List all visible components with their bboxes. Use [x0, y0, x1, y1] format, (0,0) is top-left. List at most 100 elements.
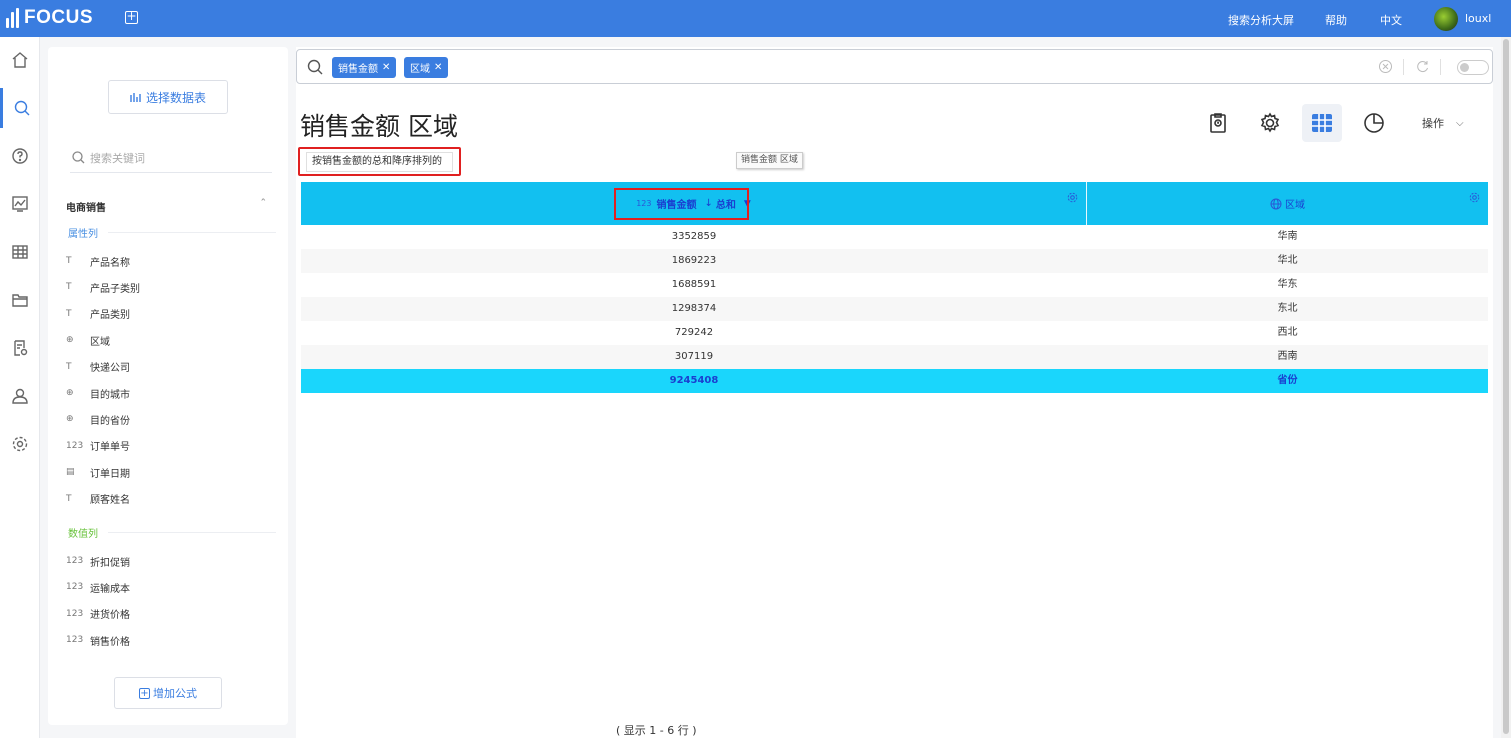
- field-item[interactable]: ⊕ 目的城市: [66, 385, 130, 401]
- search-icon[interactable]: [0, 88, 40, 128]
- scrollbar[interactable]: [1501, 37, 1511, 738]
- user-icon[interactable]: [0, 376, 40, 416]
- sales-cell: 1298374: [671, 303, 717, 314]
- field-label: 区域: [90, 336, 110, 348]
- tooltip: 销售金额 区域: [736, 152, 803, 169]
- language-link[interactable]: 中文: [1380, 12, 1402, 28]
- help-link[interactable]: 帮助: [1325, 12, 1347, 28]
- search-icon: [72, 151, 85, 164]
- field-label: 运输成本: [90, 583, 130, 595]
- table-row: 1869223 华北: [301, 249, 1488, 273]
- answer-icon[interactable]: [1198, 104, 1238, 142]
- home-icon[interactable]: [0, 40, 40, 80]
- focus-logo[interactable]: FOCUS: [6, 7, 93, 29]
- search-chip[interactable]: 区域 ✕: [404, 57, 449, 78]
- search-bar[interactable]: 销售金额 ✕ 区域 ✕: [296, 49, 1493, 84]
- field-item[interactable]: 123 运输成本: [66, 579, 130, 595]
- field-item[interactable]: T 快递公司: [66, 359, 130, 375]
- globe-icon: ⊕: [66, 388, 74, 398]
- globe-icon: ⊕: [66, 335, 74, 346]
- chevron-down-icon: ⌵: [1456, 117, 1464, 129]
- field-item[interactable]: ⊕ 区域: [66, 332, 110, 348]
- table-row: 307119 西南: [301, 345, 1488, 369]
- text-type-icon: T: [66, 361, 72, 372]
- field-label: 产品名称: [90, 257, 130, 269]
- field-item[interactable]: 123 折扣促销: [66, 553, 130, 569]
- total-row: 9245408 省份: [301, 369, 1488, 393]
- field-label: 快递公司: [90, 363, 130, 375]
- column-header-sales[interactable]: 123 销售金额 ↓ 总和 ▼: [301, 182, 1087, 225]
- text-type-icon: T: [66, 282, 72, 293]
- gear-icon[interactable]: [0, 424, 40, 464]
- number-type-icon: 123: [66, 556, 84, 566]
- chip-label: 销售金额: [338, 64, 378, 75]
- field-item[interactable]: 123 销售价格: [66, 632, 130, 648]
- page-title: 销售金额 区域: [300, 112, 458, 141]
- field-item[interactable]: T 产品名称: [66, 253, 130, 269]
- operations-dropdown[interactable]: 操作 ⌵: [1422, 115, 1464, 131]
- table-group-header[interactable]: 电商销售 ˆ: [66, 197, 272, 214]
- username[interactable]: louxl: [1465, 12, 1491, 25]
- divider: [108, 232, 276, 233]
- add-formula-button[interactable]: + 增加公式: [114, 677, 222, 709]
- settings-icon[interactable]: [1250, 104, 1290, 142]
- column-header-region[interactable]: 区域: [1087, 182, 1488, 225]
- help-icon[interactable]: [0, 136, 40, 176]
- field-item[interactable]: ▤ 订单日期: [66, 464, 130, 480]
- bar-chart-icon: [130, 93, 141, 102]
- scrollbar-thumb[interactable]: [1503, 39, 1509, 734]
- globe-icon: [1270, 198, 1282, 209]
- table-row: 729242 西北: [301, 321, 1488, 345]
- region-cell: 华南: [1277, 231, 1298, 242]
- column-settings-icon[interactable]: [1469, 192, 1480, 203]
- column-settings-icon[interactable]: [1067, 192, 1078, 203]
- highlight-box: [614, 188, 749, 220]
- search-icon: [307, 59, 323, 75]
- sales-cell: 729242: [674, 327, 714, 338]
- close-icon[interactable]: ✕: [382, 62, 390, 73]
- table-group-name: 电商销售: [66, 203, 106, 214]
- sales-cell: 307119: [674, 351, 714, 362]
- refresh-icon[interactable]: [1415, 59, 1430, 74]
- field-item[interactable]: 123 进货价格: [66, 606, 130, 622]
- total-value: 9245408: [669, 375, 719, 386]
- keyword-search-input[interactable]: 搜索关键词: [70, 143, 272, 173]
- clear-icon[interactable]: [1378, 59, 1393, 74]
- avatar[interactable]: [1434, 7, 1458, 31]
- chart-icon[interactable]: [0, 184, 40, 224]
- calendar-icon: ▤: [66, 467, 75, 478]
- number-type-icon: 123: [66, 582, 84, 593]
- select-data-table-button[interactable]: 选择数据表: [108, 80, 228, 114]
- close-icon[interactable]: ✕: [434, 62, 442, 73]
- number-type-icon: 123: [66, 608, 84, 619]
- logo-text: FOCUS: [24, 7, 93, 28]
- table-row: 1298374 东北: [301, 297, 1488, 321]
- text-type-icon: T: [66, 493, 72, 504]
- add-formula-label: 增加公式: [153, 687, 197, 700]
- numeric-section-label: 数值列: [68, 529, 98, 540]
- select-data-table-label: 选择数据表: [145, 90, 206, 105]
- field-item[interactable]: ⊕ 目的省份: [66, 411, 130, 427]
- column-name: 区域: [1285, 200, 1305, 211]
- report-settings-icon[interactable]: [0, 328, 40, 368]
- field-label: 订单日期: [90, 468, 130, 480]
- field-item[interactable]: T 顾客姓名: [66, 491, 130, 507]
- logo-icon: [6, 8, 19, 28]
- region-cell: 西北: [1277, 327, 1298, 338]
- field-item[interactable]: 123 订单单号: [66, 438, 130, 454]
- folder-icon[interactable]: [0, 280, 40, 320]
- keyword-search-placeholder: 搜索关键词: [90, 151, 145, 165]
- search-dashboard-link[interactable]: 搜索分析大屏: [1228, 12, 1294, 28]
- search-chip[interactable]: 销售金额 ✕: [332, 57, 397, 78]
- plus-square-icon: +: [139, 687, 150, 699]
- toggle-switch[interactable]: [1457, 60, 1489, 75]
- question-text: 按销售金额的总和降序排列的: [306, 152, 453, 172]
- chevron-up-icon[interactable]: ˆ: [261, 197, 267, 210]
- field-item[interactable]: T 产品子类别: [66, 279, 140, 295]
- add-tab-icon[interactable]: +: [125, 10, 138, 24]
- table-icon[interactable]: [0, 232, 40, 272]
- table-view-icon[interactable]: [1302, 104, 1342, 142]
- sales-cell: 1688591: [671, 279, 717, 290]
- pie-chart-icon[interactable]: [1354, 104, 1394, 142]
- field-item[interactable]: T 产品类别: [66, 306, 130, 322]
